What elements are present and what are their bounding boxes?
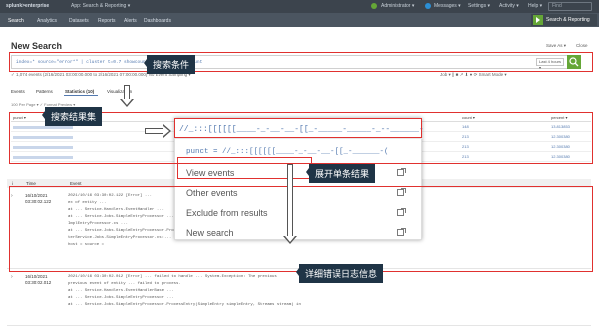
close-button[interactable]: Close: [576, 43, 588, 48]
nav-alerts[interactable]: Alerts: [124, 18, 137, 24]
app-title: Search & Reporting: [546, 17, 590, 23]
app-logo-icon: [533, 15, 543, 25]
splunk-logo[interactable]: splunk>enterprise: [6, 3, 49, 9]
down-arrow-icon: [283, 164, 297, 244]
down-arrow-icon: [120, 85, 134, 107]
tab-statistics[interactable]: Statistics (10): [65, 89, 94, 94]
nav-reports[interactable]: Reports: [98, 18, 116, 24]
activity-menu[interactable]: Activity ▾: [499, 3, 519, 9]
active-tab-indicator: [64, 95, 98, 96]
admin-menu[interactable]: Administrator ▾: [381, 3, 414, 9]
tab-patterns[interactable]: Patterns: [36, 89, 53, 94]
find-input[interactable]: Find: [548, 2, 592, 11]
nav-datasets[interactable]: Datasets: [69, 18, 89, 24]
help-menu[interactable]: Help ▾: [528, 3, 542, 9]
punct-highlight: [174, 118, 422, 138]
event-detail-highlight: [9, 186, 593, 272]
search-criteria-highlight: [9, 52, 593, 72]
app-selector[interactable]: App: Search & Reporting ▾: [71, 3, 130, 9]
callout-expand-single: 展开单条结果: [305, 164, 376, 183]
app-navbar: Search Analytics Datasets Reports Alerts…: [0, 13, 599, 27]
settings-menu[interactable]: Settings ▾: [468, 3, 490, 9]
messages-icon: [425, 3, 431, 9]
job-controls[interactable]: Job ▾ || ■ ↗ ⬇ ● ⟳ Smart Mode ▾: [440, 72, 507, 78]
right-arrow-icon: [145, 124, 171, 138]
external-link-icon[interactable]: [397, 168, 406, 176]
global-topbar: splunk>enterprise App: Search & Reportin…: [0, 0, 599, 13]
tab-events[interactable]: Events: [11, 89, 25, 94]
status-icon: [371, 3, 377, 9]
nav-analytics[interactable]: Analytics: [37, 18, 57, 24]
messages-menu[interactable]: Messages ▾: [434, 3, 461, 9]
save-as-button[interactable]: Save As ▾: [546, 43, 566, 49]
expand-chevron-icon[interactable]: ›: [11, 274, 13, 280]
nav-search[interactable]: Search: [8, 18, 24, 24]
page-title: New Search: [11, 41, 63, 51]
callout-error-detail: 详细错误日志信息: [295, 264, 384, 283]
callout-result-set: 搜索结果集: [41, 107, 103, 126]
event-time: 16/10/2021 03:30:02.012: [25, 274, 52, 285]
callout-search-criteria: 搜索条件: [143, 55, 196, 74]
nav-dashboards[interactable]: Dashboards: [144, 18, 171, 24]
